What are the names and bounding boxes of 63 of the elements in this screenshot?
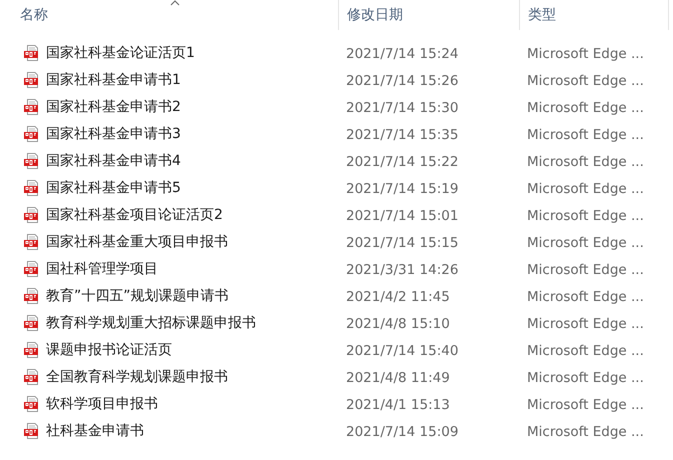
file-type: Microsoft Edge ... [527, 180, 644, 197]
file-name[interactable]: 课题申报书论证活页 [46, 343, 172, 358]
modified-date: 2021/7/14 15:26 [346, 72, 458, 89]
pdf-file-icon [24, 126, 40, 142]
file-type: Microsoft Edge ... [527, 424, 644, 440]
modified-date: 2021/7/14 15:24 [346, 46, 458, 62]
file-type: Microsoft Edge ... [527, 397, 644, 414]
file-type: Microsoft Edge ... [527, 370, 644, 386]
pdf-file-icon [24, 152, 40, 169]
file-name[interactable]: 国社科管理学项目 [46, 262, 158, 276]
file-type: Microsoft Edge ... [527, 154, 644, 170]
file-name[interactable]: 国家社科基金申请书4 [46, 154, 181, 168]
pdf-file-icon [24, 206, 40, 223]
modified-date: 2021/7/14 15:40 [346, 343, 458, 360]
modified-date: 2021/7/14 15:30 [346, 100, 458, 116]
modified-date: 2021/7/14 15:19 [346, 180, 458, 197]
file-name[interactable]: 国家社科基金申请书2 [46, 100, 181, 114]
modified-date: 2021/3/31 14:26 [346, 262, 458, 278]
modified-date: 2021/7/14 15:01 [346, 208, 458, 224]
pdf-file-icon [24, 369, 40, 386]
modified-date: 2021/4/1 15:13 [346, 397, 450, 414]
pdf-file-icon [24, 180, 40, 196]
pdf-file-icon [24, 234, 40, 250]
pdf-file-icon [24, 315, 40, 332]
file-name[interactable]: 教育科学规划重大招标课题申报书 [46, 316, 256, 330]
file-type: Microsoft Edge ... [527, 234, 644, 251]
pdf-file-icon [24, 98, 40, 115]
pdf-file-icon [24, 261, 40, 278]
file-name[interactable]: 教育”十四五”规划课题申请书 [46, 289, 229, 304]
modified-date: 2021/4/8 15:10 [346, 316, 450, 332]
pdf-file-icon [24, 342, 40, 358]
modified-date: 2021/7/14 15:35 [346, 126, 458, 143]
modified-date: 2021/4/2 11:45 [346, 289, 450, 306]
file-type: Microsoft Edge ... [527, 343, 644, 360]
file-name[interactable]: 国家社科基金申请书1 [46, 72, 181, 87]
file-name[interactable]: 国家社科基金论证活页1 [46, 46, 195, 60]
file-name[interactable]: 全国教育科学规划课题申报书 [46, 370, 228, 384]
modified-date: 2021/7/14 15:22 [346, 154, 458, 170]
column-header[interactable]: 名称 [20, 8, 48, 22]
pdf-file-icon [24, 396, 40, 412]
file-type: Microsoft Edge ... [527, 262, 644, 278]
file-type: Microsoft Edge ... [527, 316, 644, 332]
file-name[interactable]: 国家社科基金项目论证活页2 [46, 208, 223, 222]
modified-date: 2021/4/8 11:49 [346, 370, 450, 386]
pdf-file-icon [24, 288, 40, 304]
file-name[interactable]: 国家社科基金申请书3 [46, 126, 181, 141]
file-type: Microsoft Edge ... [527, 72, 644, 89]
file-name[interactable]: 社科基金申请书 [46, 424, 144, 438]
file-type: Microsoft Edge ... [527, 208, 644, 224]
pdf-file-icon [24, 423, 40, 440]
file-type: Microsoft Edge ... [527, 126, 644, 143]
pdf-file-icon [24, 44, 40, 61]
file-name[interactable]: 软科学项目申报书 [46, 397, 158, 412]
modified-date: 2021/7/14 15:09 [346, 424, 458, 440]
file-name[interactable]: 国家社科基金重大项目申报书 [46, 234, 228, 249]
file-type: Microsoft Edge ... [527, 289, 644, 306]
column-header[interactable]: 类型 [528, 8, 556, 22]
column-header[interactable]: 修改日期 [347, 8, 403, 22]
file-name[interactable]: 国家社科基金申请书5 [46, 180, 181, 195]
file-type: Microsoft Edge ... [527, 46, 644, 62]
modified-date: 2021/7/14 15:15 [346, 234, 458, 251]
file-type: Microsoft Edge ... [527, 100, 644, 116]
pdf-file-icon [24, 72, 40, 88]
